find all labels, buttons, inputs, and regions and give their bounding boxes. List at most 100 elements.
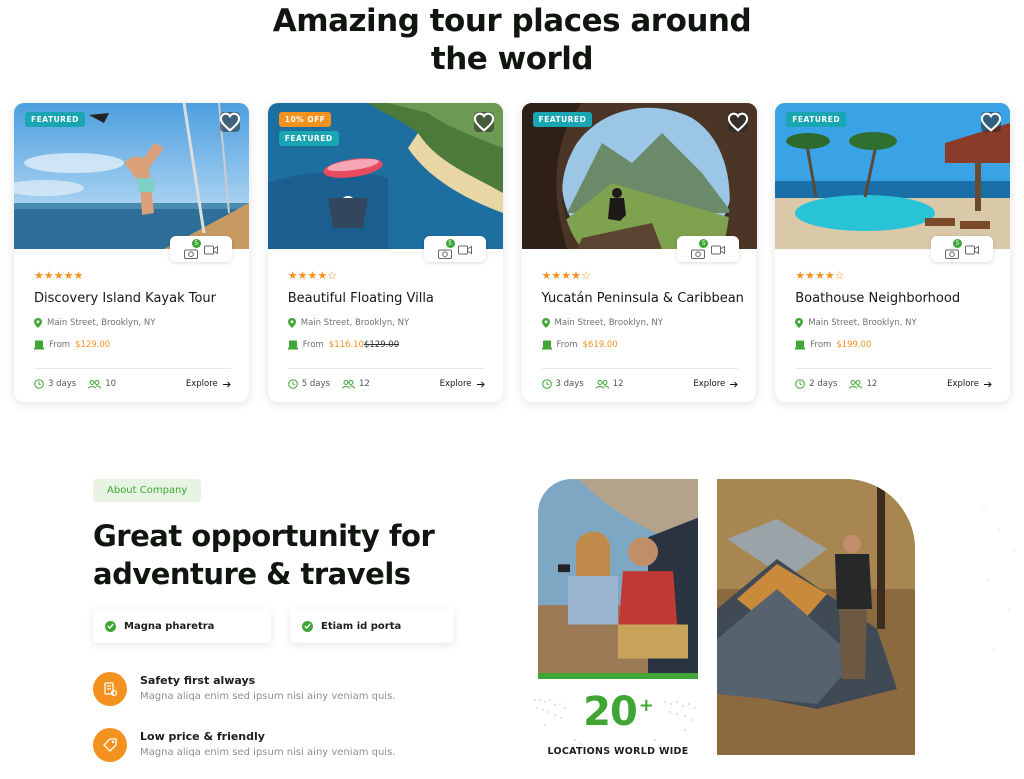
camping-tent-photo — [717, 479, 915, 755]
heart-icon — [473, 112, 494, 132]
duration: 2 days — [795, 379, 837, 389]
price-amount: $199.00 — [836, 340, 872, 350]
duration: 5 days — [287, 379, 330, 389]
tour-location: Main Street, Brooklyn, NY — [34, 318, 155, 328]
wishlist-button[interactable] — [727, 112, 748, 132]
group-size: 12 — [341, 379, 370, 389]
explore-link[interactable]: Explore — [186, 379, 231, 389]
group-size: 12 — [849, 379, 877, 389]
tour-location: Main Street, Brooklyn, NY — [541, 318, 663, 328]
card-footer: 3 days 12 Explore — [541, 379, 739, 389]
tour-card[interactable]: FEATURED 5 ★★★★☆ Boathouse Neighborhood … — [775, 103, 1011, 402]
feature-item: Low price & friendly Magna aliqa enim se… — [93, 728, 395, 762]
price-amount: $129.00 — [75, 340, 111, 350]
video-icon — [457, 240, 472, 259]
arrow-right-icon — [476, 381, 485, 387]
card-divider — [541, 368, 739, 369]
media-counter[interactable]: 5 — [931, 236, 993, 262]
media-counter[interactable]: 5 — [423, 236, 486, 262]
group-size: 12 — [595, 379, 624, 389]
price-prefix: From — [810, 340, 832, 350]
price-icon — [795, 340, 806, 350]
card-footer: 3 days 10 Explore — [34, 379, 231, 389]
location-pin-icon — [287, 318, 296, 328]
arrow-right-icon — [730, 381, 738, 387]
tour-title[interactable]: Boathouse Neighborhood — [795, 291, 960, 306]
feature-pill: Magna pharetra — [93, 609, 271, 643]
location-pin-icon — [795, 318, 804, 328]
wishlist-button[interactable] — [473, 112, 494, 132]
tour-image[interactable]: FEATURED — [775, 103, 1011, 249]
tour-title[interactable]: Yucatán Peninsula & Caribbean — [542, 291, 744, 306]
price-tag-icon — [93, 728, 127, 762]
price-icon — [34, 340, 44, 350]
clock-icon — [795, 379, 806, 389]
people-icon — [849, 379, 863, 389]
heart-icon — [981, 112, 1002, 132]
explore-link[interactable]: Explore — [440, 379, 485, 389]
location-text: Main Street, Brooklyn, NY — [554, 318, 663, 328]
tour-title[interactable]: Discovery Island Kayak Tour — [34, 291, 216, 306]
tour-cards: FEATURED 5 ★★★★★ Discovery Island Kayak … — [14, 103, 1011, 402]
headline-line-1: Amazing tour places around — [272, 3, 752, 39]
media-counter[interactable]: 5 — [169, 236, 232, 262]
tour-price: From $199.00 — [795, 340, 871, 350]
camera-icon: 5 — [945, 238, 962, 259]
card-divider — [795, 368, 992, 369]
heart-icon — [727, 112, 748, 132]
location-text: Main Street, Brooklyn, NY — [300, 318, 410, 328]
rating-stars: ★★★★☆ — [541, 269, 591, 282]
media-counter[interactable]: 5 — [677, 236, 740, 262]
location-text: Main Street, Brooklyn, NY — [47, 318, 156, 328]
tour-card[interactable]: FEATURED 5 ★★★★☆ Yucatán Peninsula & Car… — [521, 103, 757, 402]
tour-image[interactable]: FEATURED — [521, 103, 757, 249]
people-icon — [341, 379, 355, 389]
couple-selfie-photo — [538, 479, 698, 679]
featured-badge: FEATURED — [786, 112, 847, 127]
tour-title[interactable]: Beautiful Floating Villa — [288, 291, 434, 306]
discount-badge: 10% OFF — [278, 112, 332, 127]
people-icon — [595, 379, 609, 389]
arrow-right-icon — [222, 381, 231, 387]
section-headline: Amazing tour places around the world — [0, 2, 1024, 78]
clock-icon — [287, 379, 298, 389]
card-divider — [287, 368, 485, 369]
price-amount: $619.00 — [582, 340, 618, 350]
heart-icon — [220, 112, 240, 132]
video-icon — [203, 240, 218, 259]
duration: 3 days — [541, 379, 584, 389]
tour-image[interactable]: 10% OFF FEATURED — [267, 103, 503, 249]
explore-link[interactable]: Explore — [693, 379, 738, 389]
video-icon — [965, 240, 979, 259]
wishlist-button[interactable] — [981, 112, 1002, 132]
tour-price: From $129.00 — [34, 340, 110, 350]
card-footer: 2 days 12 Explore — [795, 379, 992, 389]
old-price: $129.00 — [363, 340, 400, 350]
clock-icon — [541, 379, 552, 389]
feature-pill: Etiam id porta — [290, 609, 454, 643]
video-icon — [711, 240, 726, 259]
price-icon — [287, 340, 298, 350]
about-heading: Great opportunity for adventure & travel… — [93, 519, 435, 591]
duration: 3 days — [34, 379, 76, 389]
safety-icon — [93, 672, 127, 706]
tour-card[interactable]: 10% OFF FEATURED 5 ★★★★☆ Beautiful Float… — [267, 103, 503, 402]
location-pin-icon — [541, 318, 550, 328]
wishlist-button[interactable] — [220, 112, 240, 132]
tour-price: From $116.10 $129.00 — [287, 340, 400, 350]
clock-icon — [34, 379, 44, 389]
tour-image[interactable]: FEATURED — [14, 103, 249, 249]
featured-badge: FEATURED — [278, 131, 339, 146]
check-icon — [302, 620, 313, 632]
explore-link[interactable]: Explore — [947, 379, 992, 389]
rating-stars: ★★★★☆ — [287, 269, 338, 282]
tour-card[interactable]: FEATURED 5 ★★★★★ Discovery Island Kayak … — [14, 103, 249, 402]
tour-location: Main Street, Brooklyn, NY — [795, 318, 917, 328]
arrow-right-icon — [984, 381, 992, 387]
rating-stars: ★★★★☆ — [795, 269, 845, 282]
price-prefix: From — [556, 340, 578, 350]
price-icon — [541, 340, 552, 350]
camera-icon: 5 — [437, 238, 455, 259]
check-icon — [105, 620, 116, 632]
price-amount: $116.10 — [328, 340, 364, 350]
